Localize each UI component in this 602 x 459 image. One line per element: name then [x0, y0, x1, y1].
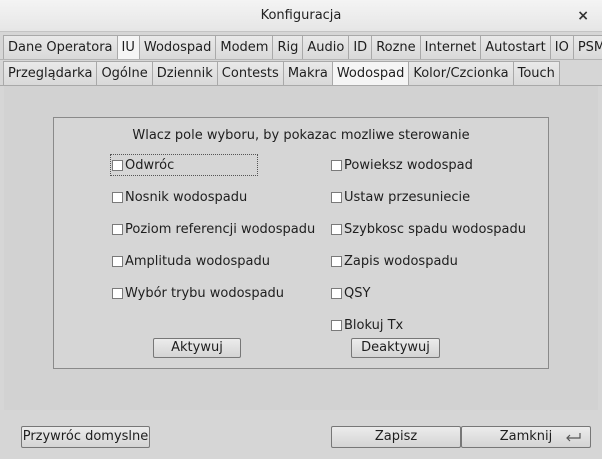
- tab-id[interactable]: ID: [348, 35, 373, 59]
- checkbox[interactable]: [331, 223, 342, 235]
- close-icon[interactable]: ×: [577, 8, 589, 24]
- checkbox-label: Zapis wodospadu: [344, 253, 458, 269]
- save-label: Zapisz: [374, 429, 418, 444]
- activate-label: Aktywuj: [171, 340, 223, 355]
- checkbox-label: Poziom referencji wodospadu: [125, 221, 316, 237]
- checkbox-label: Ustaw przesuniecie: [344, 189, 471, 205]
- restore-defaults-label: Przywróc domyslne: [22, 429, 149, 444]
- subtab-dziennik[interactable]: Dziennik: [151, 61, 218, 85]
- subtab-makra[interactable]: Makra: [282, 61, 333, 85]
- checkbox-row[interactable]: Ustaw przesuniecie: [331, 188, 470, 206]
- close-button[interactable]: Zamknij: [461, 426, 591, 448]
- checkbox[interactable]: [112, 223, 123, 235]
- waterfall-controls-group: Wlacz pole wyboru, by pokazac mozliwe st…: [53, 117, 549, 369]
- return-arrow-icon: [566, 433, 581, 442]
- tab-psm[interactable]: PSM: [572, 35, 602, 59]
- window-title: Konfiguracja: [260, 8, 342, 23]
- tab-rozne[interactable]: Rozne: [371, 35, 421, 59]
- checkbox-row[interactable]: Powieksz wodospad: [331, 156, 473, 174]
- tab-dane-operatora[interactable]: Dane Operatora: [3, 35, 118, 59]
- checkbox[interactable]: [112, 287, 123, 299]
- checkbox[interactable]: [112, 191, 123, 203]
- deactivate-button[interactable]: Deaktywuj: [351, 338, 440, 358]
- checkbox[interactable]: [331, 319, 342, 331]
- checkbox[interactable]: [112, 159, 123, 171]
- checkbox-row[interactable]: Poziom referencji wodospadu: [112, 220, 315, 238]
- restore-defaults-button[interactable]: Przywróc domyslne: [21, 426, 150, 448]
- checkbox-label: QSY: [344, 285, 371, 301]
- checkbox[interactable]: [331, 287, 342, 299]
- subtab-contests[interactable]: Contests: [216, 61, 284, 85]
- tab-autostart[interactable]: Autostart: [480, 35, 551, 59]
- checkbox[interactable]: [331, 255, 342, 267]
- checkbox-label: Blokuj Tx: [344, 317, 404, 333]
- subtab-touch[interactable]: Touch: [512, 61, 560, 85]
- group-title: Wlacz pole wyboru, by pokazac mozliwe st…: [132, 128, 470, 143]
- subtab-przeglądarka[interactable]: Przeglądarka: [3, 61, 98, 85]
- subtab-kolor-czcionka[interactable]: Kolor/Czcionka: [408, 61, 514, 85]
- deactivate-label: Deaktywuj: [361, 340, 430, 355]
- subtab-ogólne[interactable]: Ogólne: [96, 61, 153, 85]
- checkbox-label: Powieksz wodospad: [344, 157, 473, 173]
- tab-audio[interactable]: Audio: [302, 35, 350, 59]
- main-tab-bar: Dane Operatora IU Wodospad Modem Rig Audio ID R…: [3, 35, 602, 59]
- checkbox-row[interactable]: QSY: [331, 284, 370, 302]
- checkbox-row[interactable]: Odwróc: [110, 154, 258, 176]
- checkbox[interactable]: [331, 159, 342, 171]
- checkbox-row[interactable]: Wybór trybu wodospadu: [112, 284, 284, 302]
- checkbox-row[interactable]: Blokuj Tx: [331, 316, 403, 334]
- tab-wodospad[interactable]: Wodospad: [138, 35, 217, 59]
- checkbox-label: Szybkosc spadu wodospadu: [344, 221, 526, 237]
- tab-modem[interactable]: Modem: [215, 35, 274, 59]
- main-tab-baseline: [0, 59, 602, 60]
- tab-internet[interactable]: Internet: [419, 35, 482, 59]
- tab-io[interactable]: IO: [549, 35, 574, 59]
- checkbox-label: Wybór trybu wodospadu: [125, 285, 285, 301]
- title-bar: Konfiguracja ×: [0, 0, 602, 32]
- checkbox-label: Amplituda wodospadu: [125, 253, 270, 269]
- sub-tab-bar: Przeglądarka Ogólne Dziennik Contests Makra W…: [3, 61, 560, 85]
- tab-rig[interactable]: Rig: [272, 35, 304, 59]
- save-button[interactable]: Zapisz: [331, 426, 461, 448]
- checkbox-label: Odwróc: [125, 157, 175, 173]
- activate-button[interactable]: Aktywuj: [153, 338, 241, 358]
- tab-iu[interactable]: IU: [116, 35, 140, 59]
- checkbox-row[interactable]: Szybkosc spadu wodospadu: [331, 220, 526, 238]
- checkbox[interactable]: [331, 191, 342, 203]
- checkbox[interactable]: [112, 255, 123, 267]
- checkbox-row[interactable]: Amplituda wodospadu: [112, 252, 270, 270]
- checkbox-row[interactable]: Zapis wodospadu: [331, 252, 458, 270]
- subtab-wodospad[interactable]: Wodospad: [331, 61, 410, 85]
- checkbox-row[interactable]: Nosnik wodospadu: [112, 188, 247, 206]
- checkbox-label: Nosnik wodospadu: [125, 189, 248, 205]
